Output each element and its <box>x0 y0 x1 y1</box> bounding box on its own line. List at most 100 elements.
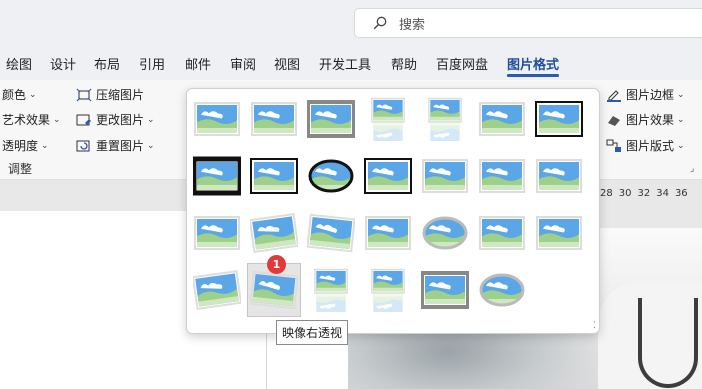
picture-style-compound-frame-black[interactable] <box>361 149 415 203</box>
picture-style-bevel-rectangle[interactable] <box>475 206 529 260</box>
ruler-tick: 32 <box>637 187 651 199</box>
change-picture-icon <box>76 114 91 125</box>
picture-style-thumbnail-icon <box>535 101 583 137</box>
tab-help[interactable]: 帮助 <box>391 54 417 73</box>
picture-style-metal-oval[interactable] <box>475 263 529 317</box>
picture-style-thumbnail-icon <box>250 270 298 310</box>
picture-border-button[interactable]: 图片边框 ⌄ <box>606 86 685 103</box>
tab-layout[interactable]: 布局 <box>94 54 120 73</box>
picture-styles-gallery: ⁚ <box>186 88 600 334</box>
picture-style-center-shadow-rectangle[interactable] <box>418 149 472 203</box>
chevron-down-icon: ⌄ <box>677 140 685 151</box>
picture-style-thumbnail-icon <box>250 212 298 254</box>
picture-style-thumbnail-icon <box>193 156 241 196</box>
photo-stethoscope <box>638 298 698 388</box>
chevron-down-icon: ⌄ <box>53 114 61 125</box>
ruler-tick: 36 <box>674 187 688 199</box>
picture-style-thumbnail-icon <box>422 216 468 250</box>
search-box[interactable]: 搜索 <box>354 8 702 38</box>
picture-style-thick-matte-black[interactable] <box>190 149 244 203</box>
chevron-down-icon: ⌄ <box>147 140 155 151</box>
ruler-tick: 28 <box>600 187 613 199</box>
picture-effects-button[interactable]: 图片效果 ⌄ <box>606 111 685 128</box>
step-badge: 1 <box>267 255 286 274</box>
picture-style-metal-frame[interactable] <box>304 92 358 146</box>
chevron-down-icon: ⌄ <box>29 89 37 100</box>
picture-style-thumbnail-icon <box>194 216 240 250</box>
picture-style-reflected-bevel-white[interactable] <box>190 263 244 317</box>
picture-style-bevel-rectangle-reflected[interactable] <box>361 263 415 317</box>
transparency-button[interactable]: 透明度 ⌄ <box>2 137 49 154</box>
picture-style-thumbnail-icon <box>371 268 405 312</box>
picture-style-thumbnail-icon <box>364 158 412 194</box>
picture-style-thumbnail-icon <box>314 268 348 312</box>
resize-grip-icon[interactable]: ⁚ <box>593 321 596 331</box>
picture-effects-icon <box>608 115 620 126</box>
dialog-launcher-icon[interactable]: ⌟ <box>690 164 694 174</box>
picture-border-icon <box>607 89 621 102</box>
picture-style-thumbnail-icon <box>422 159 468 193</box>
artistic-effects-button[interactable]: 艺术效果 ⌄ <box>2 111 61 128</box>
chevron-down-icon: ⌄ <box>677 89 685 100</box>
picture-style-moderate-frame-white[interactable] <box>190 206 244 260</box>
title-bar: 搜索 <box>0 0 702 46</box>
compress-pictures-button[interactable]: 压缩图片 <box>76 86 144 103</box>
tab-design[interactable]: 设计 <box>50 54 76 73</box>
tab-mailings[interactable]: 邮件 <box>185 54 211 73</box>
picture-style-bevel-perspective[interactable] <box>532 206 586 260</box>
reset-picture-button[interactable]: 重置图片 ⌄ <box>76 137 155 154</box>
picture-style-reflected-perspective-right[interactable] <box>304 263 358 317</box>
picture-style-thumbnail-icon <box>251 102 297 136</box>
picture-style-thumbnail-icon <box>479 159 525 193</box>
picture-style-thumbnail-icon <box>371 97 405 141</box>
picture-style-soft-edge-rectangle[interactable] <box>475 92 529 146</box>
picture-style-snip-diagonal-corner-white[interactable] <box>532 149 586 203</box>
picture-style-thumbnail-icon <box>421 271 469 309</box>
picture-style-beveled-matte-white[interactable] <box>247 92 301 146</box>
search-placeholder: 搜索 <box>399 17 426 33</box>
picture-layout-button[interactable]: 图片版式 ⌄ <box>606 137 685 154</box>
reset-picture-label: 重置图片 <box>96 139 145 153</box>
picture-style-rounded-diagonal-corner-white[interactable] <box>475 149 529 203</box>
picture-style-reflected-rounded-rectangle[interactable] <box>418 92 472 146</box>
picture-style-beveled-oval-black[interactable] <box>304 149 358 203</box>
ruler-tick: 30 <box>618 187 632 199</box>
compress-pictures-icon <box>76 88 92 101</box>
picture-style-rotated-white[interactable] <box>247 206 301 260</box>
picture-effects-label: 图片效果 <box>626 113 675 127</box>
picture-style-simple-frame-white[interactable] <box>190 92 244 146</box>
picture-style-thumbnail-icon <box>307 100 355 138</box>
tab-developer[interactable]: 开发工具 <box>319 54 371 73</box>
artistic-effects-label: 艺术效果 <box>2 113 51 127</box>
transparency-label: 透明度 <box>2 139 39 153</box>
tab-baidu-netdisk[interactable]: 百度网盘 <box>436 54 488 73</box>
picture-style-thumbnail-icon <box>193 269 241 311</box>
picture-style-thumbnail-icon <box>428 97 462 141</box>
reset-picture-icon <box>76 140 90 151</box>
picture-style-metal-rounded-rectangle[interactable] <box>418 263 472 317</box>
color-button[interactable]: 颜色 ⌄ <box>2 86 37 103</box>
picture-style-simple-frame-black[interactable] <box>247 149 301 203</box>
picture-layout-label: 图片版式 <box>626 139 675 153</box>
tab-references[interactable]: 引用 <box>139 54 165 73</box>
picture-style-thumbnail-icon <box>479 216 525 250</box>
tab-picture-format[interactable]: 图片格式 <box>507 54 559 73</box>
tab-draw[interactable]: 绘图 <box>6 54 32 73</box>
picture-style-drop-shadow-rectangle[interactable] <box>361 92 415 146</box>
picture-style-perspective-shadow-white[interactable] <box>304 206 358 260</box>
picture-style-double-frame-black[interactable] <box>532 92 586 146</box>
chevron-down-icon: ⌄ <box>677 114 685 125</box>
compress-pictures-label: 压缩图片 <box>96 88 145 102</box>
picture-style-thumbnail-icon <box>479 273 525 307</box>
picture-layout-icon <box>606 139 621 152</box>
tab-view[interactable]: 视图 <box>274 54 300 73</box>
picture-style-thumbnail-icon <box>307 213 355 253</box>
change-picture-label: 更改图片 <box>96 113 145 127</box>
change-picture-button[interactable]: 更改图片 ⌄ <box>76 111 155 128</box>
picture-style-soft-edge-oval[interactable] <box>418 206 472 260</box>
tab-review[interactable]: 审阅 <box>230 54 256 73</box>
picture-style-thumbnail-icon <box>479 102 525 136</box>
picture-style-thumbnail-icon <box>194 102 240 136</box>
picture-style-relaxed-perspective-white[interactable] <box>361 206 415 260</box>
search-icon <box>373 16 387 30</box>
